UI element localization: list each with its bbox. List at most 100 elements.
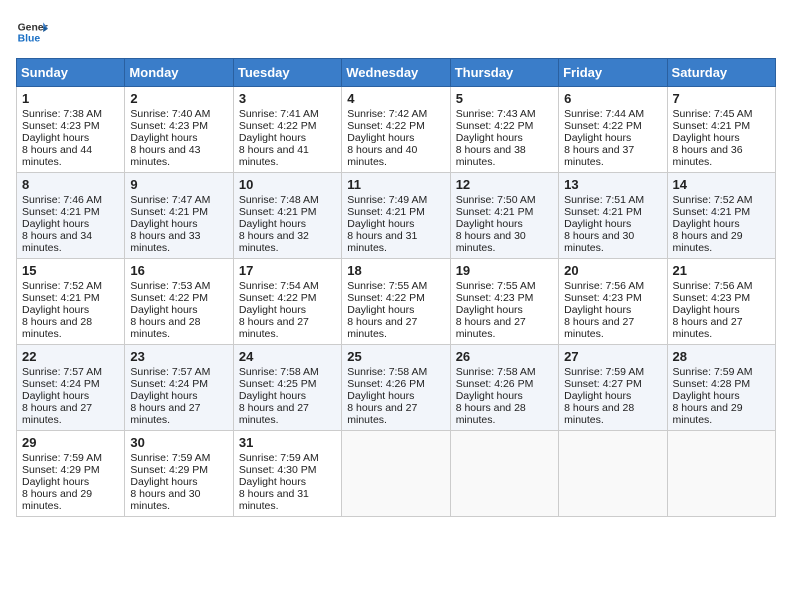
sunset: Sunset: 4:29 PM bbox=[22, 464, 100, 476]
sunrise: Sunrise: 7:58 AM bbox=[347, 366, 427, 378]
daylight-value: 8 hours and 30 minutes. bbox=[456, 230, 526, 254]
daylight-value: 8 hours and 27 minutes. bbox=[22, 402, 92, 426]
logo: General Blue bbox=[16, 16, 48, 48]
sunrise: Sunrise: 7:58 AM bbox=[239, 366, 319, 378]
sunset: Sunset: 4:23 PM bbox=[456, 292, 534, 304]
daylight-value: 8 hours and 29 minutes. bbox=[22, 488, 92, 512]
daylight-value: 8 hours and 38 minutes. bbox=[456, 144, 526, 168]
sunrise: Sunrise: 7:57 AM bbox=[22, 366, 102, 378]
sunset: Sunset: 4:23 PM bbox=[564, 292, 642, 304]
daylight-label: Daylight hours bbox=[130, 304, 197, 316]
day-number: 3 bbox=[239, 91, 336, 106]
calendar-cell: 5 Sunrise: 7:43 AM Sunset: 4:22 PM Dayli… bbox=[450, 87, 558, 173]
day-number: 8 bbox=[22, 177, 119, 192]
weekday-header: Thursday bbox=[450, 59, 558, 87]
day-number: 25 bbox=[347, 349, 444, 364]
daylight-value: 8 hours and 29 minutes. bbox=[673, 230, 743, 254]
sunset: Sunset: 4:21 PM bbox=[673, 206, 751, 218]
sunrise: Sunrise: 7:58 AM bbox=[456, 366, 536, 378]
daylight-value: 8 hours and 28 minutes. bbox=[130, 316, 200, 340]
svg-text:Blue: Blue bbox=[18, 34, 41, 45]
sunset: Sunset: 4:21 PM bbox=[673, 120, 751, 132]
sunrise: Sunrise: 7:59 AM bbox=[673, 366, 753, 378]
sunset: Sunset: 4:22 PM bbox=[564, 120, 642, 132]
calendar-cell: 27 Sunrise: 7:59 AM Sunset: 4:27 PM Dayl… bbox=[559, 345, 667, 431]
sunset: Sunset: 4:22 PM bbox=[239, 120, 317, 132]
sunset: Sunset: 4:22 PM bbox=[456, 120, 534, 132]
daylight-label: Daylight hours bbox=[673, 132, 740, 144]
daylight-value: 8 hours and 27 minutes. bbox=[239, 402, 309, 426]
sunset: Sunset: 4:30 PM bbox=[239, 464, 317, 476]
daylight-label: Daylight hours bbox=[347, 132, 414, 144]
sunset: Sunset: 4:25 PM bbox=[239, 378, 317, 390]
sunset: Sunset: 4:29 PM bbox=[130, 464, 208, 476]
day-number: 10 bbox=[239, 177, 336, 192]
calendar-cell: 24 Sunrise: 7:58 AM Sunset: 4:25 PM Dayl… bbox=[233, 345, 341, 431]
day-number: 30 bbox=[130, 435, 227, 450]
calendar-cell bbox=[342, 431, 450, 517]
daylight-label: Daylight hours bbox=[564, 304, 631, 316]
calendar-cell: 4 Sunrise: 7:42 AM Sunset: 4:22 PM Dayli… bbox=[342, 87, 450, 173]
daylight-label: Daylight hours bbox=[673, 218, 740, 230]
sunset: Sunset: 4:26 PM bbox=[456, 378, 534, 390]
calendar-cell: 21 Sunrise: 7:56 AM Sunset: 4:23 PM Dayl… bbox=[667, 259, 775, 345]
sunrise: Sunrise: 7:38 AM bbox=[22, 108, 102, 120]
day-number: 20 bbox=[564, 263, 661, 278]
daylight-label: Daylight hours bbox=[239, 476, 306, 488]
sunset: Sunset: 4:21 PM bbox=[347, 206, 425, 218]
sunrise: Sunrise: 7:54 AM bbox=[239, 280, 319, 292]
daylight-value: 8 hours and 34 minutes. bbox=[22, 230, 92, 254]
calendar-cell: 22 Sunrise: 7:57 AM Sunset: 4:24 PM Dayl… bbox=[17, 345, 125, 431]
day-number: 12 bbox=[456, 177, 553, 192]
calendar-cell: 25 Sunrise: 7:58 AM Sunset: 4:26 PM Dayl… bbox=[342, 345, 450, 431]
daylight-value: 8 hours and 44 minutes. bbox=[22, 144, 92, 168]
daylight-label: Daylight hours bbox=[239, 218, 306, 230]
daylight-value: 8 hours and 27 minutes. bbox=[673, 316, 743, 340]
day-number: 17 bbox=[239, 263, 336, 278]
day-number: 18 bbox=[347, 263, 444, 278]
calendar-cell bbox=[450, 431, 558, 517]
daylight-label: Daylight hours bbox=[564, 132, 631, 144]
daylight-label: Daylight hours bbox=[239, 304, 306, 316]
daylight-label: Daylight hours bbox=[673, 304, 740, 316]
sunrise: Sunrise: 7:59 AM bbox=[22, 452, 102, 464]
day-number: 5 bbox=[456, 91, 553, 106]
calendar-cell: 28 Sunrise: 7:59 AM Sunset: 4:28 PM Dayl… bbox=[667, 345, 775, 431]
day-number: 27 bbox=[564, 349, 661, 364]
day-number: 28 bbox=[673, 349, 770, 364]
day-number: 9 bbox=[130, 177, 227, 192]
day-number: 26 bbox=[456, 349, 553, 364]
day-number: 14 bbox=[673, 177, 770, 192]
page-header: General Blue bbox=[16, 16, 776, 48]
calendar-cell: 17 Sunrise: 7:54 AM Sunset: 4:22 PM Dayl… bbox=[233, 259, 341, 345]
day-number: 15 bbox=[22, 263, 119, 278]
sunrise: Sunrise: 7:59 AM bbox=[564, 366, 644, 378]
daylight-label: Daylight hours bbox=[130, 390, 197, 402]
sunrise: Sunrise: 7:40 AM bbox=[130, 108, 210, 120]
daylight-label: Daylight hours bbox=[456, 218, 523, 230]
day-number: 4 bbox=[347, 91, 444, 106]
daylight-value: 8 hours and 31 minutes. bbox=[347, 230, 417, 254]
daylight-label: Daylight hours bbox=[22, 304, 89, 316]
sunrise: Sunrise: 7:56 AM bbox=[673, 280, 753, 292]
calendar-cell: 2 Sunrise: 7:40 AM Sunset: 4:23 PM Dayli… bbox=[125, 87, 233, 173]
calendar-cell: 10 Sunrise: 7:48 AM Sunset: 4:21 PM Dayl… bbox=[233, 173, 341, 259]
daylight-label: Daylight hours bbox=[130, 476, 197, 488]
sunset: Sunset: 4:22 PM bbox=[239, 292, 317, 304]
day-number: 22 bbox=[22, 349, 119, 364]
calendar-cell: 6 Sunrise: 7:44 AM Sunset: 4:22 PM Dayli… bbox=[559, 87, 667, 173]
sunrise: Sunrise: 7:51 AM bbox=[564, 194, 644, 206]
sunrise: Sunrise: 7:41 AM bbox=[239, 108, 319, 120]
sunset: Sunset: 4:21 PM bbox=[130, 206, 208, 218]
calendar-cell: 18 Sunrise: 7:55 AM Sunset: 4:22 PM Dayl… bbox=[342, 259, 450, 345]
daylight-label: Daylight hours bbox=[564, 390, 631, 402]
calendar-cell: 20 Sunrise: 7:56 AM Sunset: 4:23 PM Dayl… bbox=[559, 259, 667, 345]
day-number: 1 bbox=[22, 91, 119, 106]
calendar-cell: 8 Sunrise: 7:46 AM Sunset: 4:21 PM Dayli… bbox=[17, 173, 125, 259]
sunrise: Sunrise: 7:44 AM bbox=[564, 108, 644, 120]
sunrise: Sunrise: 7:45 AM bbox=[673, 108, 753, 120]
sunset: Sunset: 4:22 PM bbox=[347, 292, 425, 304]
calendar-table: SundayMondayTuesdayWednesdayThursdayFrid… bbox=[16, 58, 776, 517]
weekday-header: Wednesday bbox=[342, 59, 450, 87]
weekday-header: Tuesday bbox=[233, 59, 341, 87]
